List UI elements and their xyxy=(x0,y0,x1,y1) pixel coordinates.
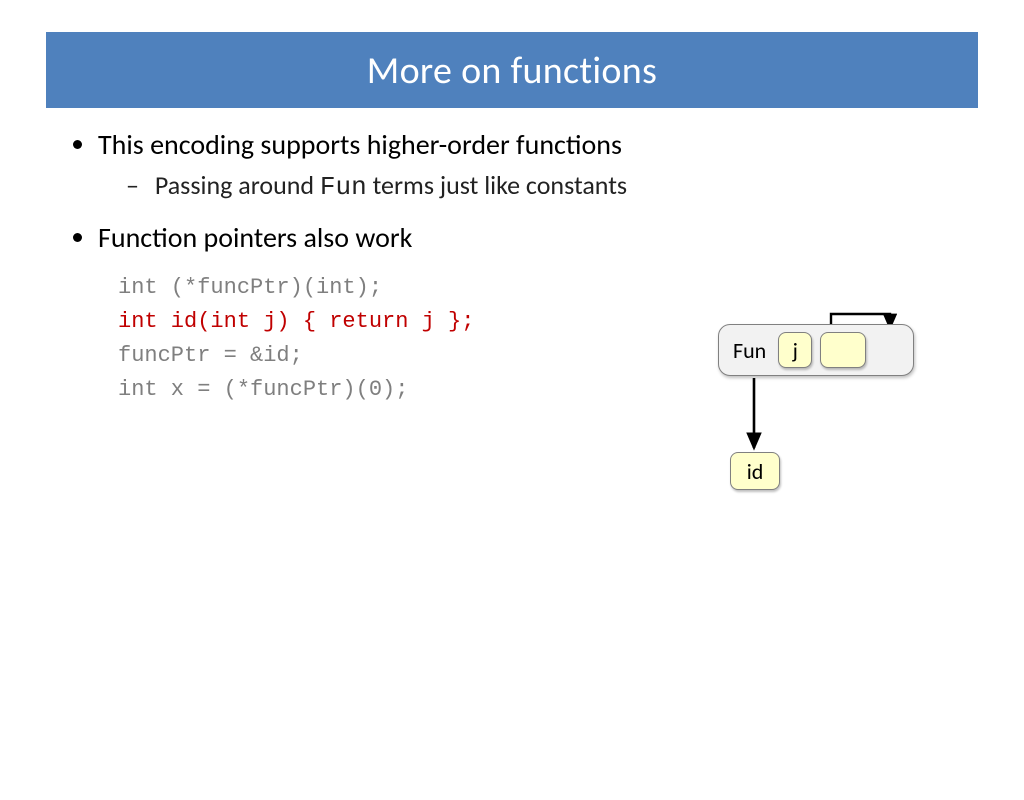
bullet-1-text: This encoding supports higher-order func… xyxy=(98,127,622,162)
sub-bullet-list: Passing around Fun terms just like const… xyxy=(98,168,964,205)
bullet-list: This encoding supports higher-order func… xyxy=(60,126,964,257)
code-line-1: int (*funcPtr)(int); xyxy=(118,271,964,305)
bullet-1: This encoding supports higher-order func… xyxy=(98,126,964,205)
bullet-2: Function pointers also work xyxy=(98,219,964,257)
id-node: id xyxy=(730,452,780,490)
arg-box-j: j xyxy=(778,332,812,368)
arg-box-empty xyxy=(820,332,866,368)
slide-title: More on functions xyxy=(46,32,978,108)
sub-bullet-1-post: terms just like constants xyxy=(367,169,627,201)
sub-bullet-1: Passing around Fun terms just like const… xyxy=(126,168,964,205)
sub-bullet-1-pre: Passing around xyxy=(155,169,320,201)
fun-node-label: Fun xyxy=(733,337,766,364)
term-diagram: Fun j id xyxy=(718,310,928,500)
sub-bullet-1-code: Fun xyxy=(320,172,367,202)
fun-node: Fun j xyxy=(718,324,914,376)
